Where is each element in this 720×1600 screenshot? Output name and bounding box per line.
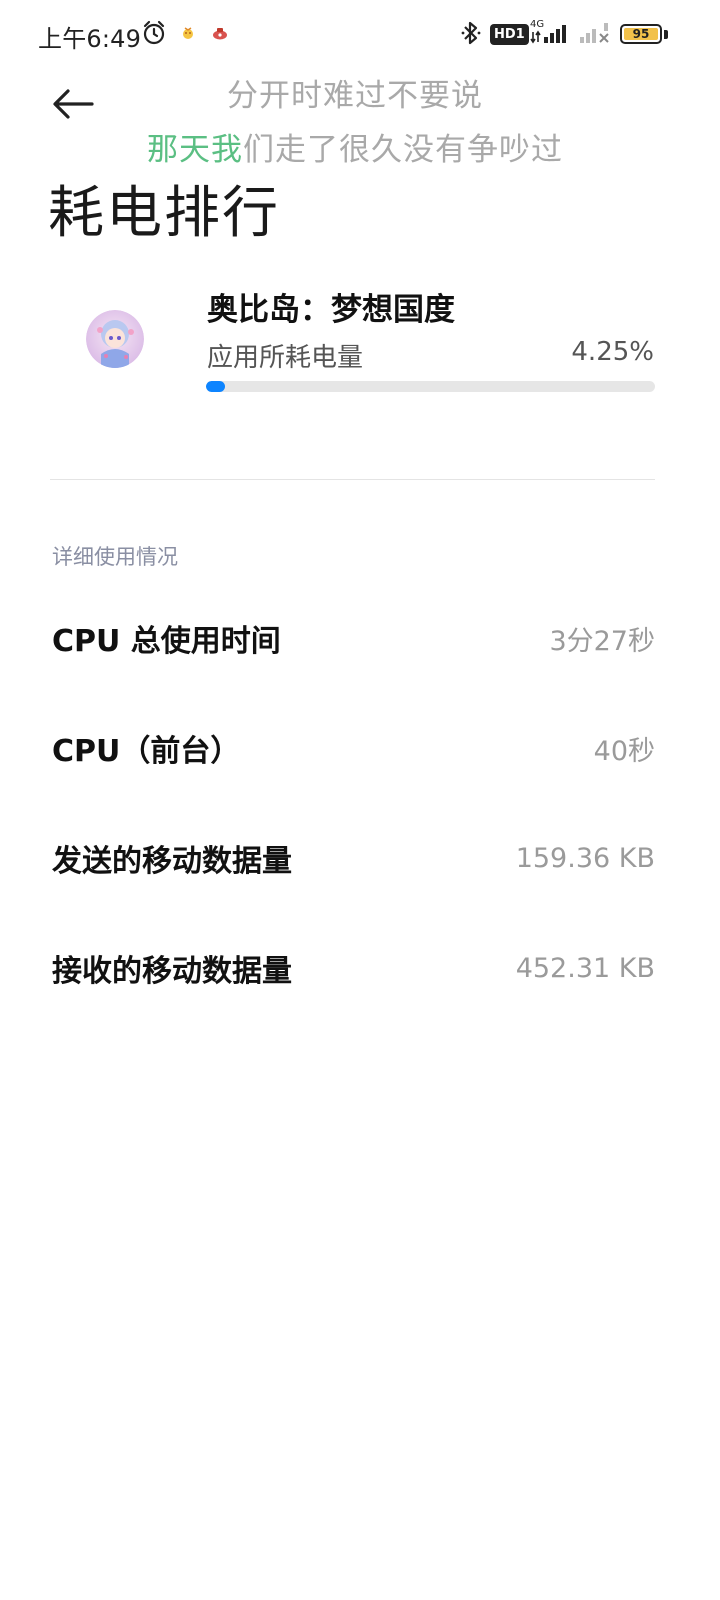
signal-no-service-icon [578, 18, 612, 48]
detail-value: 3分27秒 [549, 625, 655, 657]
arrow-left-icon [53, 89, 94, 119]
status-time: 上午6:49 [38, 25, 142, 53]
detail-label: 接收的移动数据量 [52, 954, 292, 989]
usage-value: 4.25% [571, 337, 654, 367]
lyric-highlight: 那天我 [147, 132, 243, 168]
usage-progress-fill [206, 381, 226, 392]
detail-row-data-sent: 发送的移动数据量 159.36 KB [52, 828, 655, 888]
bluetooth-icon [458, 18, 484, 48]
signal-strength-icon [530, 18, 574, 48]
hd-voice-badge: HD1 [490, 24, 529, 45]
detail-row-cpu-foreground: CPU（前台） 40秒 [52, 718, 655, 778]
usage-label: 应用所耗电量 [207, 343, 364, 373]
detail-row-cpu-total: CPU 总使用时间 3分27秒 [52, 608, 655, 668]
app-notification-icon [208, 18, 232, 48]
detail-value: 40秒 [593, 735, 655, 767]
divider [50, 479, 655, 480]
lyric-line-1: 分开时难过不要说 [227, 78, 483, 114]
battery-tip [664, 30, 668, 39]
detail-row-data-received: 接收的移动数据量 452.31 KB [52, 938, 655, 998]
section-header: 详细使用情况 [52, 545, 178, 569]
detail-value: 452.31 KB [515, 952, 655, 984]
app-name: 奥比岛：梦想国度 [207, 292, 455, 328]
detail-value: 159.36 KB [515, 842, 655, 874]
detail-label: CPU（前台） [52, 734, 241, 769]
app-icon [86, 310, 144, 368]
back-button[interactable] [50, 84, 96, 124]
status-bar: 上午6:49 HD1 4G 95 [0, 0, 720, 68]
battery-icon: 95 [620, 24, 662, 44]
detail-label: CPU 总使用时间 [52, 624, 281, 659]
lyric-line-2: 那天我们走了很久没有争吵过 [0, 124, 710, 169]
usage-progress-bar [206, 381, 655, 392]
battery-level: 95 [624, 27, 658, 41]
game-notification-icon [178, 18, 198, 48]
detail-label: 发送的移动数据量 [52, 844, 292, 879]
lyric-rest: 们走了很久没有争吵过 [243, 132, 563, 168]
alarm-clock-icon [140, 18, 168, 48]
page-title: 耗电排行 [48, 181, 280, 246]
